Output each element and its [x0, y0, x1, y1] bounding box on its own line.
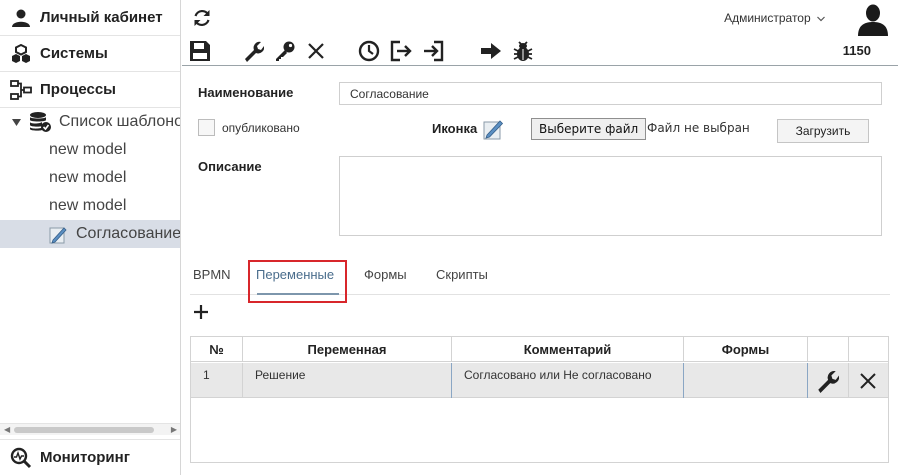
tree-item-label: Список шаблонов — [59, 113, 181, 130]
tree-item-selected[interactable]: Согласование — [0, 220, 181, 248]
bug-icon[interactable] — [511, 39, 535, 63]
name-label: Наименование — [198, 85, 294, 100]
sidebar-item-systems[interactable]: Системы — [0, 36, 180, 72]
cell-variable[interactable]: Решение — [243, 363, 452, 398]
column-header-delete — [849, 337, 888, 362]
highlight-box — [248, 260, 347, 303]
tree-item-label: new model — [49, 197, 127, 214]
description-label: Описание — [198, 159, 262, 174]
variables-table: № Переменная Комментарий Формы 1 Решение… — [190, 336, 889, 463]
column-header-edit — [808, 337, 849, 362]
tree-item-model[interactable]: new model — [0, 192, 180, 220]
published-label: опубликовано — [222, 121, 300, 135]
add-variable-icon[interactable] — [192, 303, 210, 321]
arrow-right-icon[interactable] — [479, 39, 503, 63]
top-bar: Администратор — [182, 0, 898, 36]
choose-file-button[interactable]: Выберите файл — [531, 118, 647, 140]
cell-delete — [849, 363, 888, 398]
upload-button[interactable]: Загрузить — [777, 119, 869, 143]
app-root: Личный кабинет Системы Процессы Список ш… — [0, 0, 898, 475]
edit-document-icon — [49, 225, 68, 244]
template-tree: Список шаблонов new model new model new … — [0, 108, 181, 248]
tree-item-label: new model — [49, 141, 127, 158]
sidebar-item-monitoring[interactable]: Мониторинг — [0, 439, 180, 475]
table-row[interactable]: 1 Решение Согласовано или Не согласовано — [191, 363, 888, 398]
chevron-down-icon — [817, 11, 825, 25]
tree-item-model[interactable]: new model — [0, 136, 180, 164]
column-header-variable[interactable]: Переменная — [243, 337, 452, 362]
name-input[interactable]: Согласование — [339, 82, 882, 105]
table-header: № Переменная Комментарий Формы — [191, 337, 888, 362]
database-check-icon — [29, 111, 51, 133]
avatar[interactable] — [856, 2, 890, 36]
tab-bpmn[interactable]: BPMN — [193, 267, 231, 282]
clock-icon[interactable] — [357, 39, 381, 63]
sidebar-item-label: Личный кабинет — [40, 9, 163, 26]
wrench-icon[interactable] — [814, 368, 840, 394]
sidebar-item-label: Системы — [40, 45, 108, 62]
sidebar-item-label: Мониторинг — [40, 449, 130, 466]
cubes-icon — [10, 43, 32, 65]
cell-number: 1 — [191, 363, 243, 398]
cell-edit — [808, 363, 849, 398]
description-textarea[interactable] — [339, 156, 882, 236]
column-header-forms[interactable]: Формы — [684, 337, 808, 362]
tree-item-template-list[interactable]: Список шаблонов — [0, 108, 181, 136]
user-icon — [10, 7, 32, 29]
key-icon[interactable] — [273, 39, 297, 63]
refresh-icon[interactable] — [192, 8, 212, 28]
tree-item-label: Согласование — [76, 225, 181, 242]
delete-icon[interactable] — [855, 368, 881, 394]
import-icon[interactable] — [421, 39, 445, 63]
close-icon[interactable] — [304, 39, 328, 63]
sidebar: Личный кабинет Системы Процессы Список ш… — [0, 0, 181, 475]
user-name: Администратор — [724, 11, 811, 25]
scroll-left-icon[interactable]: ◀ — [4, 424, 10, 436]
save-icon[interactable] — [188, 39, 212, 63]
user-menu[interactable]: Администратор — [724, 11, 825, 25]
flowchart-icon — [10, 79, 32, 101]
sidebar-item-personal[interactable]: Личный кабинет — [0, 0, 180, 36]
export-icon[interactable] — [389, 39, 413, 63]
scrollbar-thumb[interactable] — [14, 427, 154, 433]
toolbar: 1150 — [182, 36, 898, 66]
sidebar-item-processes[interactable]: Процессы — [0, 72, 180, 108]
column-header-number[interactable]: № — [191, 337, 243, 362]
cell-comment[interactable]: Согласовано или Не согласовано — [452, 363, 684, 398]
scroll-right-icon[interactable]: ▶ — [171, 424, 177, 436]
published-checkbox[interactable] — [198, 119, 215, 136]
sidebar-horizontal-scrollbar[interactable]: ◀ ▶ — [0, 423, 180, 436]
tree-item-label: new model — [49, 169, 127, 186]
wrench-icon[interactable] — [241, 39, 265, 63]
tab-forms[interactable]: Формы — [364, 267, 407, 282]
process-icon-preview — [483, 118, 505, 140]
item-count: 1150 — [842, 43, 871, 58]
file-status: Файл не выбран — [647, 121, 750, 135]
tree-item-model[interactable]: new model — [0, 164, 180, 192]
icon-label: Иконка — [432, 121, 478, 136]
sidebar-item-label: Процессы — [40, 81, 116, 98]
column-header-comment[interactable]: Комментарий — [452, 337, 684, 362]
caret-down-icon[interactable] — [12, 113, 21, 131]
monitoring-icon — [10, 447, 32, 469]
tab-scripts[interactable]: Скрипты — [436, 267, 488, 282]
cell-forms[interactable] — [684, 363, 808, 398]
